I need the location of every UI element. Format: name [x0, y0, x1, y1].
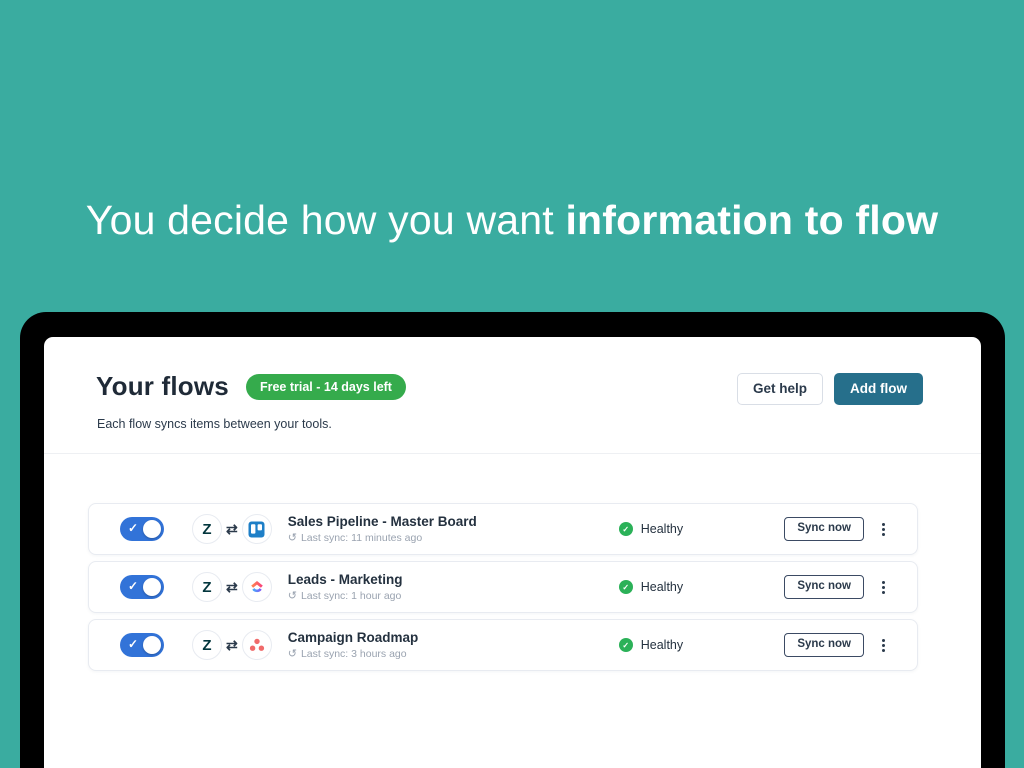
app-header: Your flows Free trial - 14 days left	[96, 371, 406, 402]
hero-headline-bold: information to flow	[565, 197, 938, 243]
flow-toggle[interactable]: ✓	[120, 575, 164, 599]
flow-status: ✓ Healthy	[619, 580, 683, 594]
trial-badge: Free trial - 14 days left	[246, 374, 406, 400]
zendesk-icon: Z	[192, 630, 222, 660]
toggle-check-icon: ✓	[128, 637, 138, 651]
zendesk-icon: Z	[192, 514, 222, 544]
header-actions: Get help Add flow	[737, 373, 923, 405]
hero-headline: You decide how you want information to f…	[0, 197, 1024, 244]
laptop-frame: Your flows Free trial - 14 days left Eac…	[20, 312, 1005, 768]
status-label: Healthy	[641, 638, 683, 652]
header-divider	[44, 453, 981, 454]
add-flow-button[interactable]: Add flow	[834, 373, 923, 405]
last-sync-text: Last sync: 11 minutes ago	[301, 532, 422, 544]
flow-toggle[interactable]: ✓	[120, 517, 164, 541]
flow-last-sync: ↺ Last sync: 1 hour ago	[288, 590, 619, 602]
trello-icon	[242, 514, 272, 544]
row-menu-kebab-icon[interactable]	[880, 521, 887, 538]
status-label: Healthy	[641, 522, 683, 536]
flow-last-sync: ↺ Last sync: 3 hours ago	[288, 648, 619, 660]
flow-info: Leads - Marketing ↺ Last sync: 1 hour ag…	[288, 572, 619, 602]
sync-arrows-icon: ⇄	[226, 522, 238, 536]
flow-name: Sales Pipeline - Master Board	[288, 514, 619, 529]
sync-now-button[interactable]: Sync now	[784, 575, 864, 599]
flow-last-sync: ↺ Last sync: 11 minutes ago	[288, 532, 619, 544]
flow-row-campaign-roadmap[interactable]: ✓ Z ⇄ Campaign Roadmap	[88, 619, 918, 671]
healthy-check-icon: ✓	[619, 580, 633, 594]
flow-row-leads-marketing[interactable]: ✓ Z ⇄	[88, 561, 918, 613]
connector-icons: Z ⇄	[192, 572, 272, 602]
page-title: Your flows	[96, 371, 229, 402]
toggle-check-icon: ✓	[128, 579, 138, 593]
hero-headline-light: You decide how you want	[86, 197, 566, 243]
sync-now-button[interactable]: Sync now	[784, 517, 864, 541]
clickup-icon	[242, 572, 272, 602]
last-sync-text: Last sync: 1 hour ago	[301, 590, 401, 602]
flow-info: Campaign Roadmap ↺ Last sync: 3 hours ag…	[288, 630, 619, 660]
history-icon: ↺	[288, 591, 297, 602]
flow-row-sales-pipeline[interactable]: ✓ Z ⇄ Sales Pipeline - Master	[88, 503, 918, 555]
sync-now-button[interactable]: Sync now	[784, 633, 864, 657]
history-icon: ↺	[288, 533, 297, 544]
app-screen: Your flows Free trial - 14 days left Eac…	[44, 337, 981, 768]
history-icon: ↺	[288, 649, 297, 660]
zendesk-icon: Z	[192, 572, 222, 602]
flow-toggle[interactable]: ✓	[120, 633, 164, 657]
toggle-knob	[143, 636, 161, 654]
page-subtitle: Each flow syncs items between your tools…	[97, 417, 332, 431]
healthy-check-icon: ✓	[619, 522, 633, 536]
row-menu-kebab-icon[interactable]	[880, 637, 887, 654]
connector-icons: Z ⇄	[192, 514, 272, 544]
toggle-check-icon: ✓	[128, 521, 138, 535]
asana-icon	[242, 630, 272, 660]
flow-name: Leads - Marketing	[288, 572, 619, 587]
flow-status: ✓ Healthy	[619, 638, 683, 652]
healthy-check-icon: ✓	[619, 638, 633, 652]
flow-info: Sales Pipeline - Master Board ↺ Last syn…	[288, 514, 619, 544]
get-help-button[interactable]: Get help	[737, 373, 823, 405]
connector-icons: Z ⇄	[192, 630, 272, 660]
sync-arrows-icon: ⇄	[226, 580, 238, 594]
toggle-knob	[143, 520, 161, 538]
flow-name: Campaign Roadmap	[288, 630, 619, 645]
flow-status: ✓ Healthy	[619, 522, 683, 536]
status-label: Healthy	[641, 580, 683, 594]
sync-arrows-icon: ⇄	[226, 638, 238, 652]
row-menu-kebab-icon[interactable]	[880, 579, 887, 596]
last-sync-text: Last sync: 3 hours ago	[301, 648, 407, 660]
toggle-knob	[143, 578, 161, 596]
flow-list: ✓ Z ⇄ Sales Pipeline - Master	[88, 503, 918, 671]
